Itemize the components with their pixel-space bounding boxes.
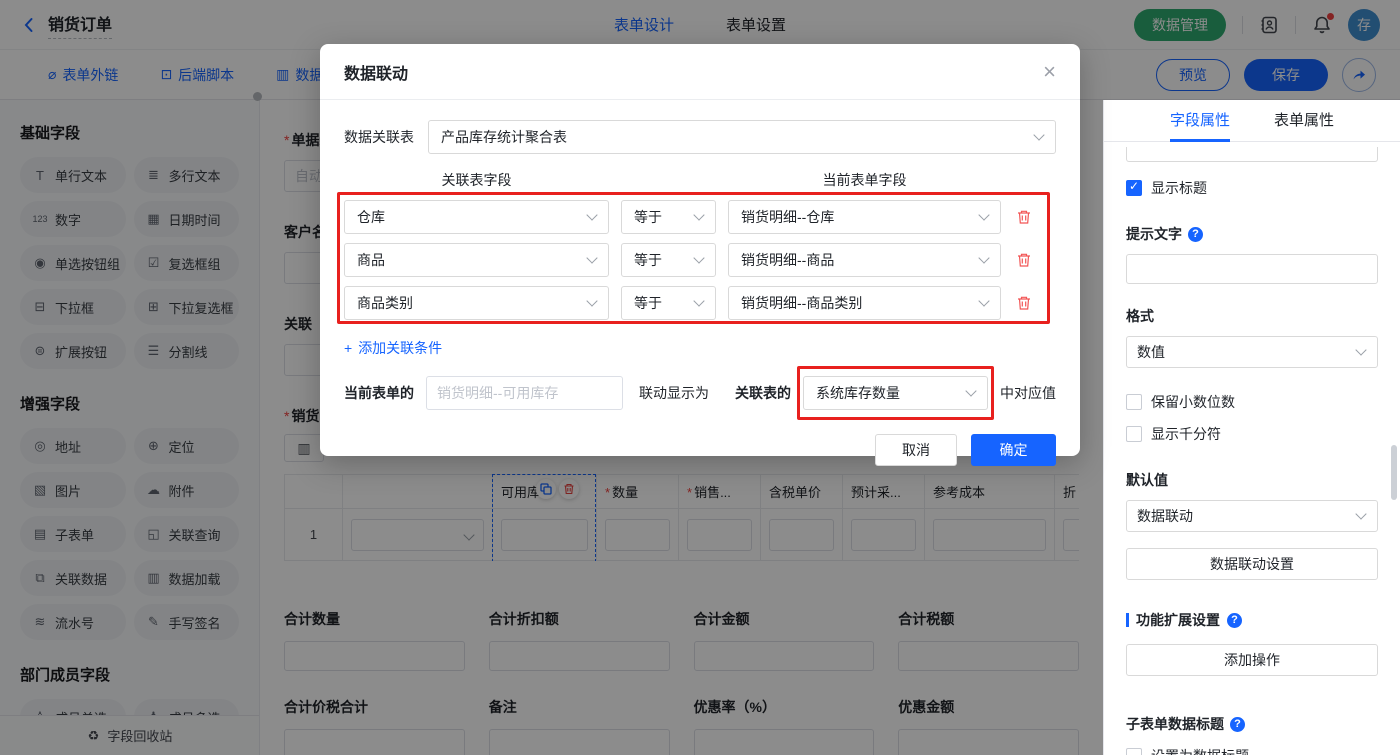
- delete-condition-button[interactable]: [1013, 206, 1035, 228]
- linkage-display-label: 联动显示为: [639, 385, 709, 401]
- default-value-label: 默认值: [1126, 472, 1168, 488]
- relation-table-select[interactable]: 产品库存统计聚合表: [428, 120, 1056, 154]
- help-icon[interactable]: ?: [1188, 226, 1203, 242]
- checkbox-icon[interactable]: [1126, 426, 1142, 442]
- add-action-button[interactable]: 添加操作: [1126, 644, 1378, 676]
- plus-icon: +: [344, 340, 353, 356]
- condition-op-select[interactable]: 等于: [621, 243, 716, 277]
- show-title-checkbox[interactable]: 显示标题: [1126, 178, 1378, 198]
- condition-row: 商品类别 等于 销货明细--商品类别: [344, 286, 1056, 320]
- checkbox-checked-icon[interactable]: [1126, 179, 1142, 196]
- title-input-partial[interactable]: [1126, 147, 1378, 162]
- trash-icon: [1018, 253, 1030, 267]
- help-icon[interactable]: ?: [1230, 716, 1245, 732]
- condition-op-select[interactable]: 等于: [621, 286, 716, 320]
- properties-panel: 字段属性 表单属性 显示标题 提示文字 ? 格式 数值 保留小数位数 显示千分符: [1103, 100, 1400, 755]
- corresponding-value-label: 中对应值: [1000, 385, 1056, 401]
- checkbox-icon[interactable]: [1126, 748, 1142, 755]
- default-value-select[interactable]: 数据联动: [1126, 500, 1378, 532]
- add-condition-link[interactable]: + 添加关联条件: [344, 338, 442, 358]
- modal-title: 数据联动: [344, 65, 409, 83]
- linkage-setting-button[interactable]: 数据联动设置: [1126, 548, 1378, 580]
- relation-of-label: 关联表的: [735, 385, 791, 401]
- help-icon[interactable]: ?: [1227, 612, 1242, 628]
- set-data-title-checkbox[interactable]: 设置为数据标题: [1126, 746, 1378, 755]
- close-icon[interactable]: ×: [1043, 60, 1056, 83]
- tab-field-properties[interactable]: 字段属性: [1169, 100, 1230, 142]
- data-linkage-modal: 数据联动 × 数据关联表 产品库存统计聚合表 关联表字段 当前表单字段 仓库 等…: [320, 44, 1080, 466]
- relation-field-select[interactable]: 系统库存数量: [803, 376, 988, 410]
- condition-field-select[interactable]: 商品: [344, 243, 609, 277]
- delete-condition-button[interactable]: [1013, 249, 1035, 271]
- condition-op-select[interactable]: 等于: [621, 200, 716, 234]
- keep-decimal-checkbox[interactable]: 保留小数位数: [1126, 392, 1378, 412]
- subform-data-title-label: 子表单数据标题 ?: [1126, 714, 1378, 734]
- current-form-field-input[interactable]: 销货明细--可用库存: [426, 376, 623, 410]
- confirm-button[interactable]: 确定: [971, 434, 1056, 466]
- trash-icon: [1018, 296, 1030, 310]
- condition-form-field-select[interactable]: 销货明细--仓库: [728, 200, 1001, 234]
- hint-text-label: 提示文字 ?: [1126, 224, 1378, 244]
- accent-bar: [1126, 613, 1129, 627]
- right-column-header: 当前表单字段: [822, 172, 907, 188]
- cancel-button[interactable]: 取消: [875, 434, 957, 466]
- condition-field-select[interactable]: 仓库: [344, 200, 609, 234]
- condition-field-select[interactable]: 商品类别: [344, 286, 609, 320]
- current-form-label: 当前表单的: [344, 385, 414, 401]
- condition-row: 仓库 等于 销货明细--仓库: [344, 200, 1056, 234]
- left-column-header: 关联表字段: [441, 172, 512, 188]
- condition-form-field-select[interactable]: 销货明细--商品: [728, 243, 1001, 277]
- extension-settings-title: 功能扩展设置 ?: [1126, 610, 1378, 630]
- hint-text-input[interactable]: [1126, 254, 1378, 284]
- format-label: 格式: [1126, 308, 1154, 324]
- panel-scrollbar[interactable]: [1391, 445, 1397, 500]
- condition-form-field-select[interactable]: 销货明细--商品类别: [728, 286, 1001, 320]
- delete-condition-button[interactable]: [1013, 292, 1035, 314]
- condition-row: 商品 等于 销货明细--商品: [344, 243, 1056, 277]
- tab-form-properties[interactable]: 表单属性: [1274, 100, 1334, 142]
- app-window: 销货订单 表单设计 表单设置 数据管理 存 ⌀ 表单外链 ⊡ 后端脚本 ▥ 预览…: [0, 0, 1400, 755]
- format-select[interactable]: 数值: [1126, 336, 1378, 368]
- trash-icon: [1018, 210, 1030, 224]
- thousand-separator-checkbox[interactable]: 显示千分符: [1126, 424, 1378, 444]
- relation-table-label: 数据关联表: [344, 129, 414, 145]
- checkbox-icon[interactable]: [1126, 394, 1142, 410]
